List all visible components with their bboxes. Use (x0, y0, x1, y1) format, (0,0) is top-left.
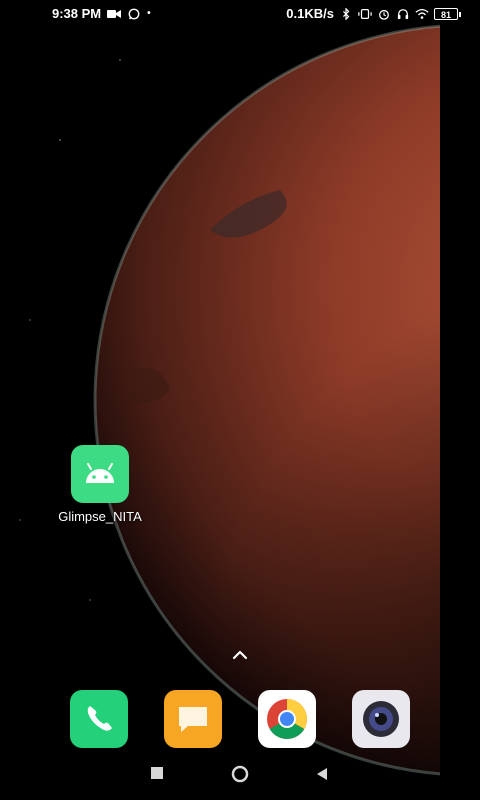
android-icon (71, 445, 129, 503)
wallpaper (0, 0, 480, 800)
net-speed: 0.1KB/s (286, 6, 334, 21)
messaging-app[interactable] (164, 690, 222, 748)
camera-app[interactable] (352, 690, 410, 748)
bluetooth-icon (343, 7, 350, 20)
whatsapp-icon (128, 8, 140, 19)
phone-app[interactable] (70, 690, 128, 748)
phone-icon (87, 706, 112, 731)
battery-icon: 81 (434, 7, 461, 20)
wifi-icon (415, 8, 429, 19)
message-icon (179, 707, 207, 732)
alarm-icon (379, 9, 389, 20)
back-icon[interactable] (316, 767, 328, 781)
home-icon[interactable] (231, 765, 249, 783)
status-bar: 9:38 PM • 0.1KB/s 81 (0, 0, 480, 26)
camera-icon (363, 701, 399, 737)
headset-icon (397, 8, 409, 19)
app-label: Glimpse_NITA (58, 509, 142, 524)
video-icon (107, 9, 122, 18)
app-drawer-chevron-icon[interactable] (231, 649, 249, 661)
time: 9:38 PM (52, 6, 102, 21)
dot-icon: • (147, 8, 151, 19)
recents-icon[interactable] (150, 766, 164, 780)
vibrate-icon (358, 8, 372, 19)
chrome-app[interactable] (258, 690, 316, 748)
chrome-icon (267, 699, 307, 739)
app-glimpse-nita[interactable]: Glimpse_NITA (58, 445, 142, 524)
